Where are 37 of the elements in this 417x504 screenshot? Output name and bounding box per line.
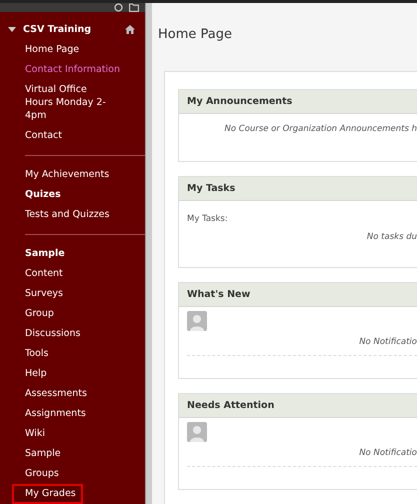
menu-link[interactable]: Discussions (12, 324, 88, 344)
course-title[interactable]: CSV Training (23, 23, 92, 36)
scrollbar[interactable] (145, 3, 152, 504)
menu-link[interactable]: Group (12, 304, 61, 324)
menu-link[interactable]: Contact Information (12, 60, 127, 80)
menu-link[interactable]: Content (12, 264, 70, 284)
menu-link[interactable]: My Grades (12, 484, 83, 504)
menu-link[interactable]: Groups (12, 464, 66, 484)
page-title: Home Page (158, 26, 233, 44)
caret-down-icon[interactable] (8, 26, 16, 32)
menu-link[interactable]: Assessments (12, 384, 94, 404)
section-heading: Quizes (24, 188, 61, 202)
empty-message: No Course or Organization Announcements h (224, 123, 417, 136)
menu-link[interactable]: Surveys (12, 284, 70, 304)
tasks-label: My Tasks: (187, 212, 228, 226)
menu-link[interactable]: Home Page (12, 40, 86, 60)
menu-link[interactable]: Contact (12, 126, 69, 146)
empty-message: No Notificatio (358, 336, 417, 349)
avatar-icon (187, 311, 207, 332)
module-title[interactable]: My Announcements (179, 90, 417, 114)
menu-link[interactable]: Tests and Quizzes (12, 205, 116, 225)
module-title[interactable]: Needs Attention (179, 394, 417, 418)
section-heading: Sample (24, 247, 65, 261)
menu-link[interactable]: Tools (12, 344, 56, 364)
empty-message: No tasks du (366, 230, 417, 244)
folder-icon[interactable] (129, 3, 139, 12)
avatar-icon (187, 422, 207, 442)
menu-link[interactable]: My Achievements (12, 165, 116, 185)
module-title[interactable]: My Tasks (179, 176, 417, 201)
menu-link[interactable]: Assignments (12, 404, 93, 424)
menu-link[interactable]: Sample (12, 444, 68, 464)
menu-link[interactable]: Wiki (12, 424, 52, 444)
empty-message: No Notificatio (358, 447, 417, 460)
home-icon[interactable] (125, 25, 135, 34)
menu-link[interactable]: Help (12, 364, 54, 384)
menu-link[interactable]: Virtual Office Hours Monday 2-4pm (12, 80, 122, 126)
module-title[interactable]: What's New (179, 283, 417, 308)
